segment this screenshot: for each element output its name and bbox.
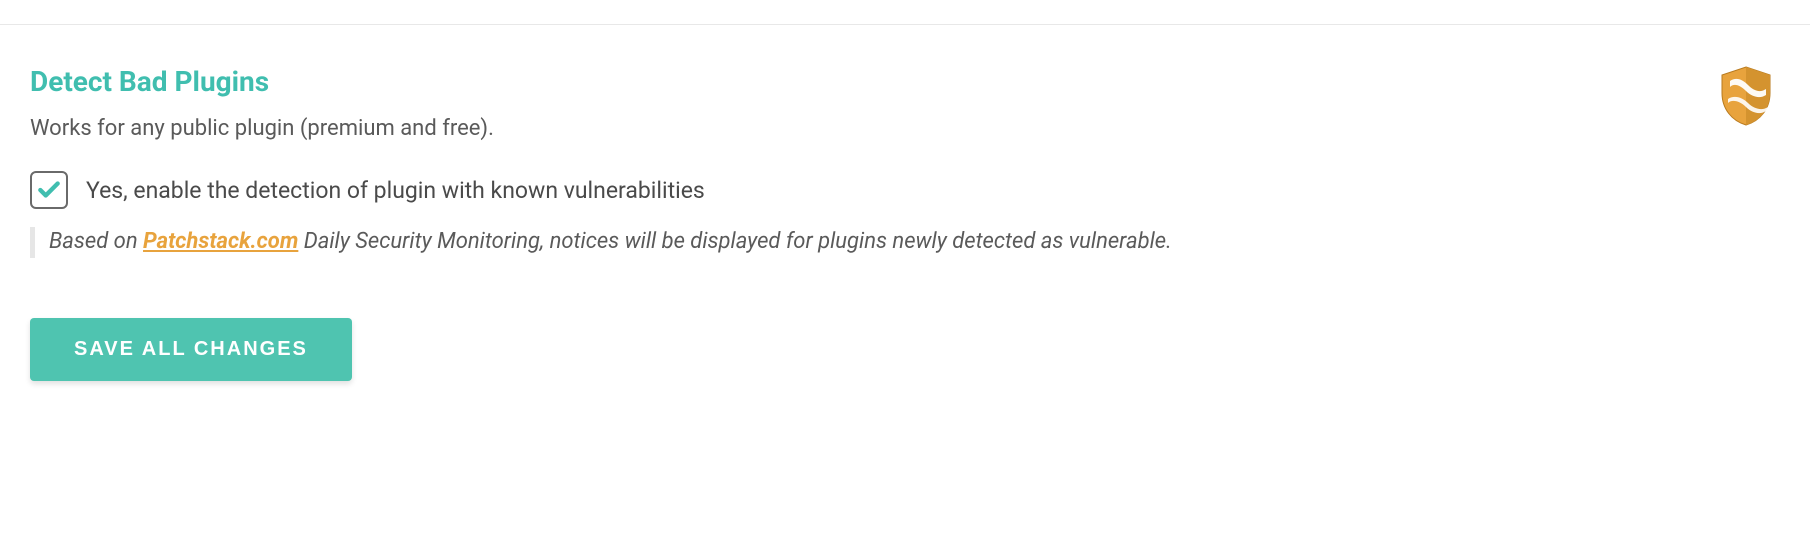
note-prefix: Based on <box>49 229 143 254</box>
note-text: Based on Patchstack.com Daily Security M… <box>49 227 1780 258</box>
patchstack-link[interactable]: Patchstack.com <box>143 229 298 254</box>
note-suffix: Daily Security Monitoring, notices will … <box>298 229 1171 254</box>
shield-logo-icon <box>1718 65 1774 127</box>
enable-detection-option: Yes, enable the detection of plugin with… <box>30 171 1780 209</box>
save-all-changes-button[interactable]: SAVE ALL CHANGES <box>30 318 352 381</box>
section-subtitle: Works for any public plugin (premium and… <box>30 116 1780 141</box>
enable-detection-checkbox[interactable] <box>30 171 68 209</box>
settings-section: Detect Bad Plugins Works for any public … <box>0 25 1810 411</box>
section-title: Detect Bad Plugins <box>30 65 1780 98</box>
checkmark-icon <box>36 177 62 203</box>
enable-detection-label[interactable]: Yes, enable the detection of plugin with… <box>86 177 705 204</box>
info-note: Based on Patchstack.com Daily Security M… <box>30 227 1780 258</box>
